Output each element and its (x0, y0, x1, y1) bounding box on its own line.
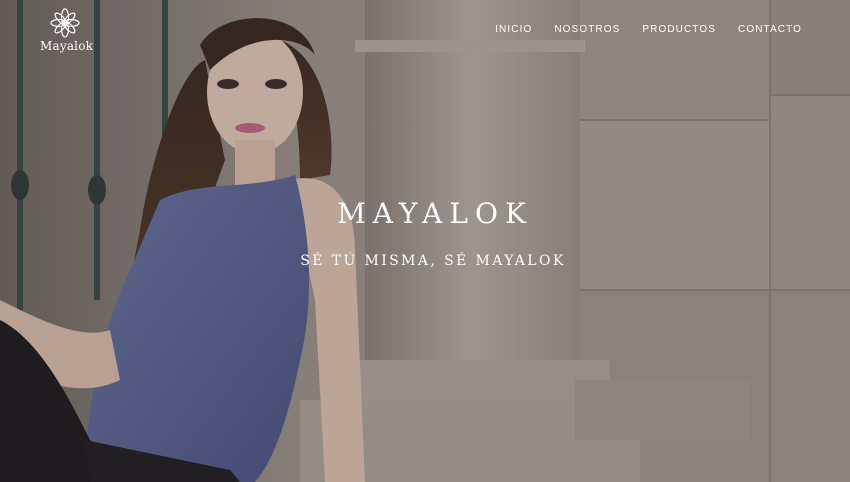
hero-section: Mayalok INICIO NOSOTROS PRODUCTOS CONTAC… (0, 0, 850, 482)
hero-tagline: SÉ TÚ MISMA, SÉ MAYALOK (300, 253, 566, 269)
hero-title: MAYALOK (337, 197, 533, 230)
nav-item-contacto[interactable]: CONTACTO (738, 24, 802, 35)
hero-overlay (0, 0, 850, 482)
logo-text: Mayalok (40, 39, 94, 53)
logo[interactable]: Mayalok (40, 6, 94, 53)
nav-item-inicio[interactable]: INICIO (495, 24, 532, 35)
lotus-flower-icon (50, 8, 80, 38)
main-nav: INICIO NOSOTROS PRODUCTOS CONTACTO (495, 24, 802, 35)
nav-item-productos[interactable]: PRODUCTOS (642, 24, 716, 35)
nav-item-nosotros[interactable]: NOSOTROS (554, 24, 620, 35)
